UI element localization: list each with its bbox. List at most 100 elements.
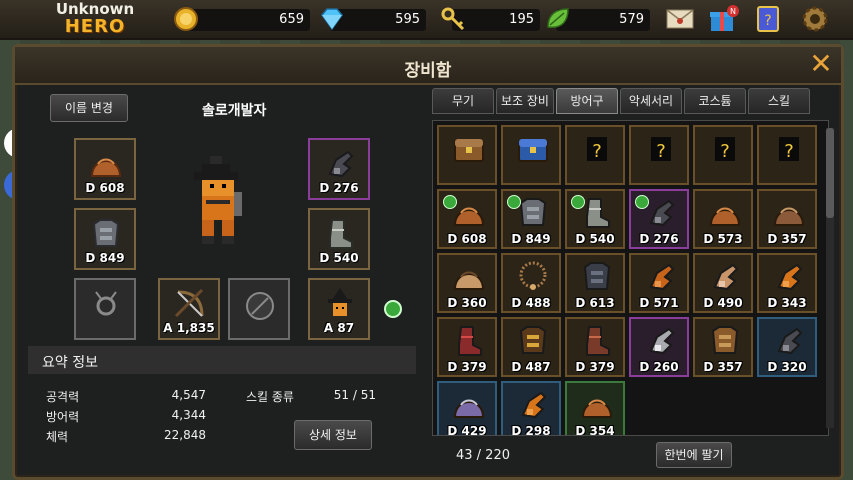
inventory-item[interactable]: D 360 bbox=[437, 253, 497, 313]
defense-value: 4,344 bbox=[171, 408, 206, 422]
leaf-icon bbox=[547, 8, 569, 29]
gift-badge: N bbox=[730, 7, 736, 16]
inventory-item[interactable]: D 357 bbox=[757, 189, 817, 249]
gold-armor-icon bbox=[519, 326, 547, 354]
guide-book-icon[interactable]: ? bbox=[752, 4, 784, 34]
item-label: D 490 bbox=[703, 296, 743, 310]
gift-icon[interactable]: N bbox=[707, 4, 739, 34]
equip-slot-accessory[interactable] bbox=[74, 278, 136, 340]
summary-title: 요약 정보 bbox=[42, 355, 98, 371]
inventory-item[interactable]: ? bbox=[757, 125, 817, 185]
inventory-item[interactable]: D 429 bbox=[437, 381, 497, 435]
inventory-item[interactable]: ? bbox=[693, 125, 753, 185]
item-label: D 849 bbox=[511, 232, 551, 246]
inventory-item[interactable]: D 357 bbox=[693, 317, 753, 377]
inventory-item[interactable]: ? bbox=[565, 125, 625, 185]
leaf-counter[interactable]: 579 bbox=[547, 8, 650, 31]
inventory-item[interactable]: D 379 bbox=[565, 317, 625, 377]
inventory-item[interactable]: ? bbox=[629, 125, 689, 185]
equip-slot-armor[interactable]: D 849 bbox=[74, 208, 136, 270]
gold-counter[interactable]: 659 bbox=[174, 7, 310, 31]
inventory-item[interactable]: D 379 bbox=[437, 317, 497, 377]
horned-helmet-icon bbox=[453, 271, 485, 290]
gold-value: 659 bbox=[279, 12, 304, 27]
orange-glove-icon bbox=[777, 263, 803, 291]
equipped-check-icon bbox=[507, 195, 521, 209]
rename-button[interactable]: 이름 변경 bbox=[50, 94, 128, 122]
item-label: D 276 bbox=[639, 232, 679, 246]
inventory-item[interactable]: D 487 bbox=[501, 317, 561, 377]
inventory-item[interactable]: D 573 bbox=[693, 189, 753, 249]
item-label: D 571 bbox=[639, 296, 679, 310]
equip-slot-boots[interactable]: D 540 bbox=[308, 208, 370, 270]
defense-label: 방어력 bbox=[46, 410, 80, 424]
leather-helmet-icon bbox=[581, 399, 613, 418]
inventory-item[interactable] bbox=[437, 125, 497, 185]
equip-slot-helmet[interactable]: D 608 bbox=[74, 138, 136, 200]
inventory-item[interactable]: D 276 bbox=[629, 189, 689, 249]
inventory-item[interactable]: D 343 bbox=[757, 253, 817, 313]
equipped-check-icon bbox=[571, 195, 585, 209]
dark-gauntlet-icon bbox=[328, 150, 354, 178]
item-label: D 320 bbox=[767, 360, 807, 374]
inventory-item[interactable]: D 540 bbox=[565, 189, 625, 249]
coin-icon bbox=[174, 7, 198, 31]
inventory-item[interactable]: D 613 bbox=[565, 253, 625, 313]
blue-chest-icon bbox=[518, 139, 548, 162]
key-icon bbox=[441, 7, 465, 31]
silver-gauntlet-icon bbox=[649, 327, 675, 355]
diamond-icon bbox=[321, 8, 343, 31]
unknown-gloves-icon: ? bbox=[715, 137, 735, 162]
steel-armor-icon bbox=[92, 219, 120, 247]
logo-line1: Unknown bbox=[55, 0, 135, 18]
key-counter[interactable]: 195 bbox=[441, 7, 540, 31]
inventory-item[interactable]: D 488 bbox=[501, 253, 561, 313]
hp-value: 22,848 bbox=[164, 428, 206, 442]
tab-costume[interactable]: 코스튬 bbox=[684, 88, 746, 114]
inventory-item[interactable]: D 849 bbox=[501, 189, 561, 249]
sell-all-button[interactable]: 한번에 팔기 bbox=[656, 442, 732, 468]
tab-weapon[interactable]: 무기 bbox=[432, 88, 494, 114]
inventory-item[interactable] bbox=[501, 125, 561, 185]
tab-sub-equipment[interactable]: 보조 장비 bbox=[496, 88, 554, 114]
scrollbar-thumb[interactable] bbox=[826, 128, 834, 218]
settings-gear-icon[interactable] bbox=[799, 4, 831, 34]
empty-shield-icon bbox=[246, 292, 274, 320]
item-label: D 540 bbox=[575, 232, 615, 246]
item-label: D 360 bbox=[447, 296, 487, 310]
summary-header: 요약 정보 bbox=[28, 346, 416, 374]
attack-value: 4,547 bbox=[171, 388, 206, 402]
skill-value: 51 / 51 bbox=[333, 388, 376, 402]
close-button[interactable]: ✕ bbox=[807, 50, 835, 79]
detail-info-button[interactable]: 상세 정보 bbox=[294, 420, 372, 450]
equip-slot-shield[interactable] bbox=[228, 278, 290, 340]
inventory-item[interactable]: D 354 bbox=[565, 381, 625, 435]
mail-icon[interactable] bbox=[664, 4, 696, 34]
item-label: D 608 bbox=[447, 232, 487, 246]
tab-armor[interactable]: 방어구 bbox=[556, 88, 618, 114]
red-boot-icon bbox=[458, 326, 482, 356]
inventory-item[interactable]: D 260 bbox=[629, 317, 689, 377]
tab-accessory[interactable]: 악세서리 bbox=[620, 88, 682, 114]
skill-label: 스킬 종류 bbox=[246, 390, 294, 404]
gem-counter[interactable]: 595 bbox=[321, 8, 426, 31]
slot-label: D 849 bbox=[85, 251, 125, 265]
inventory-item[interactable]: D 490 bbox=[693, 253, 753, 313]
witch-hat-icon bbox=[328, 288, 352, 316]
equip-slot-gloves[interactable]: D 276 bbox=[308, 138, 370, 200]
equipped-check-icon bbox=[443, 195, 457, 209]
inventory-item[interactable]: D 320 bbox=[757, 317, 817, 377]
inventory-grid[interactable]: ???? D 608 D 849 D 540 D 276 D 573 D 357 D 360 D… bbox=[432, 120, 829, 436]
game-logo: Unknown HERO bbox=[50, 1, 140, 39]
svg-text:?: ? bbox=[656, 141, 666, 162]
inventory-scrollbar[interactable] bbox=[826, 128, 834, 428]
inventory-item[interactable]: D 571 bbox=[629, 253, 689, 313]
equip-slot-weapon[interactable]: A 1,835 bbox=[158, 278, 220, 340]
character-name: 솔로개발자 bbox=[202, 103, 267, 119]
empty-accessory-icon bbox=[95, 291, 117, 316]
item-label: D 613 bbox=[575, 296, 615, 310]
tab-skill[interactable]: 스킬 bbox=[748, 88, 810, 114]
inventory-item[interactable]: D 608 bbox=[437, 189, 497, 249]
equip-slot-costume[interactable]: A 87 bbox=[308, 278, 370, 340]
inventory-item[interactable]: D 298 bbox=[501, 381, 561, 435]
